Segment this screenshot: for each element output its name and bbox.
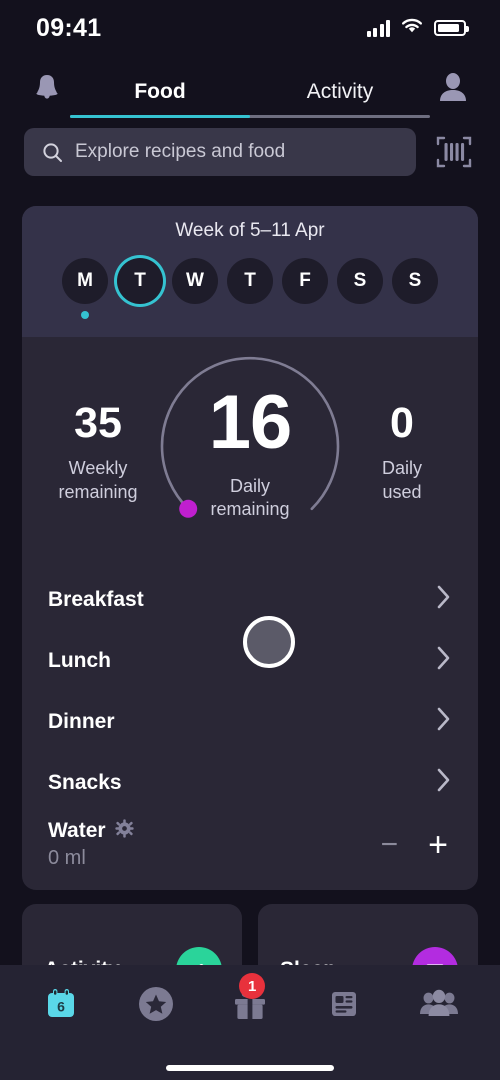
stat-label-line1: Daily bbox=[229, 475, 270, 496]
chevron-right-icon[interactable] bbox=[436, 706, 452, 737]
meal-name: Lunch bbox=[48, 648, 111, 672]
stat-label-line2: remaining bbox=[210, 499, 290, 519]
water-info: Water 0 ml bbox=[48, 819, 134, 870]
meal-name: Dinner bbox=[48, 709, 115, 733]
water-amount: 0 ml bbox=[48, 847, 86, 869]
day-wednesday[interactable]: W bbox=[172, 258, 218, 319]
stat-label-line2: remaining bbox=[58, 481, 138, 502]
main-tabs: Food Activity bbox=[70, 56, 430, 118]
day-circle[interactable]: M bbox=[62, 258, 108, 304]
barcode-scan-button[interactable] bbox=[432, 130, 476, 174]
nav-item-favorites[interactable] bbox=[108, 965, 202, 1043]
day-circle[interactable]: T bbox=[117, 258, 163, 304]
week-label: Week of 5–11 Apr bbox=[175, 220, 325, 241]
meal-name: Snacks bbox=[48, 770, 122, 794]
calorie-summary: 35 Weekly remaining 16 Daily remaining 0 bbox=[22, 337, 478, 569]
community-icon bbox=[419, 989, 458, 1016]
meal-name: Breakfast bbox=[48, 587, 144, 611]
bottom-navigation-bar: 6 1 bbox=[0, 965, 500, 1080]
water-increase-button[interactable]: + bbox=[428, 828, 448, 862]
stat-label: Daily remaining bbox=[174, 475, 326, 522]
status-bar: 09:41 bbox=[0, 0, 500, 56]
wifi-icon bbox=[400, 17, 424, 40]
status-time: 09:41 bbox=[36, 13, 102, 42]
stat-label-line1: Daily bbox=[381, 458, 422, 479]
day-circle[interactable]: T bbox=[227, 258, 273, 304]
day-circle[interactable]: S bbox=[337, 258, 383, 304]
stat-label: Daily used bbox=[326, 457, 478, 504]
day-circle[interactable]: S bbox=[392, 258, 438, 304]
barcode-scan-icon bbox=[436, 136, 472, 168]
day-tuesday[interactable]: T bbox=[117, 258, 163, 319]
home-indicator bbox=[166, 1065, 334, 1071]
star-circle-icon bbox=[138, 987, 173, 1021]
chevron-right-icon[interactable] bbox=[436, 767, 452, 798]
profile-button[interactable] bbox=[430, 64, 476, 110]
calendar-icon: 6 bbox=[48, 989, 75, 1017]
water-stepper: − + bbox=[381, 828, 452, 862]
day-saturday[interactable]: S bbox=[337, 258, 383, 319]
nav-item-diary[interactable]: 6 bbox=[14, 965, 108, 1043]
stat-label-line2: used bbox=[382, 481, 422, 502]
notifications-button[interactable] bbox=[24, 64, 70, 110]
water-title-line: Water bbox=[48, 819, 134, 843]
day-list: M T W T F S S bbox=[22, 258, 478, 319]
search-placeholder: Explore recipes and food bbox=[75, 141, 286, 162]
status-indicators bbox=[366, 17, 469, 40]
water-decrease-button[interactable]: − bbox=[381, 829, 399, 860]
stats-row: 35 Weekly remaining 16 Daily remaining 0 bbox=[22, 337, 478, 569]
bell-icon bbox=[36, 75, 58, 99]
calendar-day-number: 6 bbox=[57, 999, 65, 1015]
nav-item-rewards[interactable]: 1 bbox=[203, 965, 297, 1043]
top-navigation-bar: Food Activity bbox=[0, 56, 500, 118]
search-row: Explore recipes and food bbox=[0, 118, 500, 198]
meal-row-dinner[interactable]: Dinner bbox=[22, 691, 478, 752]
day-circle[interactable]: W bbox=[172, 258, 218, 304]
tab-activity[interactable]: Activity bbox=[250, 80, 430, 118]
search-input[interactable]: Explore recipes and food bbox=[24, 128, 416, 176]
food-diary-card: Week of 5–11 Apr M T W T F S S 35 Weekly… bbox=[22, 206, 478, 890]
water-label: Water bbox=[48, 819, 106, 842]
search-icon bbox=[43, 142, 62, 162]
bottom-nav-items: 6 1 bbox=[0, 965, 500, 1065]
news-icon bbox=[332, 992, 357, 1016]
day-monday[interactable]: M bbox=[62, 258, 108, 319]
day-activity-dot bbox=[81, 311, 89, 319]
stat-weekly-remaining: 35 Weekly remaining bbox=[22, 402, 174, 504]
tab-underline bbox=[70, 115, 430, 118]
stat-label-line1: Weekly bbox=[68, 458, 128, 479]
chevron-right-icon[interactable] bbox=[436, 645, 452, 676]
meal-list: Breakfast Lunch Dinner Snacks bbox=[22, 569, 478, 813]
touch-cursor-indicator bbox=[243, 616, 295, 668]
water-tracker-row: Water 0 ml − + bbox=[22, 813, 478, 890]
day-friday[interactable]: F bbox=[282, 258, 328, 319]
gear-icon[interactable] bbox=[114, 819, 134, 843]
nav-item-news[interactable] bbox=[297, 965, 391, 1043]
stat-label: Weekly remaining bbox=[22, 457, 174, 504]
stat-value: 0 bbox=[390, 399, 414, 448]
nav-item-community[interactable] bbox=[392, 965, 486, 1043]
week-selector: Week of 5–11 Apr M T W T F S S bbox=[22, 206, 478, 337]
tab-food[interactable]: Food bbox=[70, 80, 250, 118]
stat-daily-remaining: 16 Daily remaining bbox=[174, 379, 326, 522]
day-sunday[interactable]: S bbox=[392, 258, 438, 319]
profile-avatar-icon bbox=[440, 73, 466, 101]
day-circle[interactable]: F bbox=[282, 258, 328, 304]
chevron-right-icon[interactable] bbox=[436, 584, 452, 615]
stat-value: 35 bbox=[74, 399, 122, 448]
cellular-signal-icon bbox=[366, 19, 390, 37]
stat-daily-used: 0 Daily used bbox=[326, 402, 478, 504]
meal-row-snacks[interactable]: Snacks bbox=[22, 752, 478, 813]
meal-row-breakfast[interactable]: Breakfast bbox=[22, 569, 478, 630]
day-thursday[interactable]: T bbox=[227, 258, 273, 319]
app-screen: 09:41 Food Activity Explore recipes and … bbox=[0, 0, 500, 1080]
stat-value: 16 bbox=[208, 379, 293, 465]
battery-icon bbox=[434, 20, 469, 36]
